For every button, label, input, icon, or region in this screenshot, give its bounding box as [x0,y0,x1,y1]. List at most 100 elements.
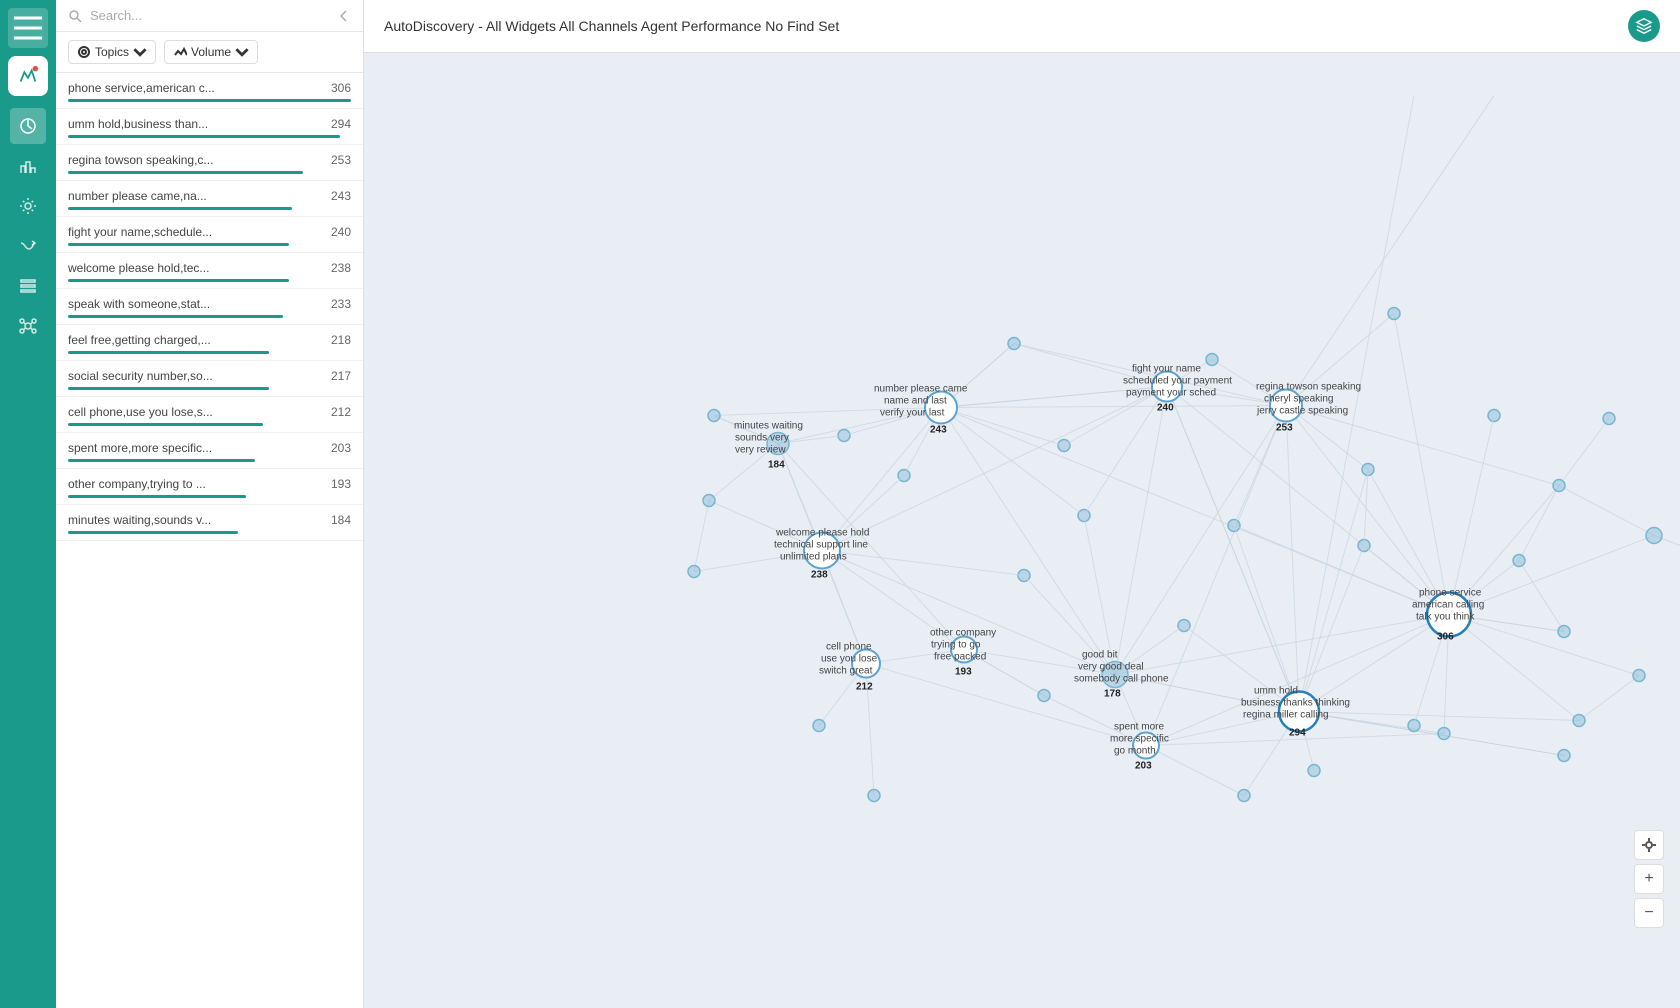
svg-text:free packed: free packed [934,652,986,663]
app-logo[interactable] [8,56,48,96]
topic-label: feel free,getting charged,... [68,333,268,347]
svg-text:verify your last: verify your last [880,408,945,419]
svg-text:trying to go: trying to go [931,640,981,651]
topic-label: minutes waiting,sounds v... [68,513,268,527]
topic-bar [68,171,303,174]
svg-text:switch great: switch great [819,666,873,677]
topic-label: number please came,na... [68,189,268,203]
topic-bar [68,423,263,426]
topic-count: 203 [331,441,351,455]
zoom-in-button[interactable]: + [1634,864,1664,894]
list-item[interactable]: other company,trying to ... 193 [56,469,363,505]
topic-count: 233 [331,297,351,311]
collapse-button[interactable] [337,9,351,23]
nav-flow[interactable] [10,228,46,264]
topic-label: cell phone,use you lose,s... [68,405,268,419]
svg-text:technical support line: technical support line [774,540,868,551]
svg-text:more specific: more specific [1110,734,1169,745]
topics-dropdown[interactable]: Topics [68,40,156,64]
svg-text:spent more: spent more [1114,722,1164,733]
topic-bar [68,279,289,282]
svg-text:regina miller calling: regina miller calling [1243,710,1329,721]
topic-label: phone service,american c... [68,81,268,95]
svg-text:203: 203 [1135,761,1152,772]
topic-bar [68,315,283,318]
topics-label: Topics [95,45,129,59]
svg-text:178: 178 [1104,689,1121,700]
svg-text:good bit: good bit [1082,650,1118,661]
topic-count: 212 [331,405,351,419]
filter-controls: Topics Volume [56,32,363,73]
search-bar [56,0,363,32]
topic-bar [68,459,255,462]
list-item[interactable]: feel free,getting charged,... 218 [56,325,363,361]
topic-count: 253 [331,153,351,167]
nav-list[interactable] [10,268,46,304]
topic-count: 217 [331,369,351,383]
menu-button[interactable] [8,8,48,48]
svg-text:very good deal: very good deal [1078,662,1144,673]
list-item[interactable]: speak with someone,stat... 233 [56,289,363,325]
network-graph: .edge { stroke: #c8d4e0; stroke-width: 1… [364,53,1680,1008]
topic-count: 193 [331,477,351,491]
svg-text:payment your sched: payment your sched [1126,388,1216,399]
list-item[interactable]: regina towson speaking,c... 253 [56,145,363,181]
list-item[interactable]: welcome please hold,tec... 238 [56,253,363,289]
topic-bar [68,351,269,354]
list-item[interactable]: fight your name,schedule... 240 [56,217,363,253]
list-item[interactable]: phone service,american c... 306 [56,73,363,109]
svg-text:184: 184 [768,460,785,471]
topic-count: 306 [331,81,351,95]
svg-text:193: 193 [955,667,972,678]
list-item[interactable]: minutes waiting,sounds v... 184 [56,505,363,541]
topic-count: 238 [331,261,351,275]
topic-label: spent more,more specific... [68,441,268,455]
topic-bar [68,387,269,390]
topic-count: 294 [331,117,351,131]
svg-text:253: 253 [1276,423,1293,434]
graph-area[interactable]: .edge { stroke: #c8d4e0; stroke-width: 1… [364,53,1680,1008]
svg-text:cell phone: cell phone [826,642,872,653]
svg-text:talk you think: talk you think [1416,612,1475,623]
volume-dropdown[interactable]: Volume [164,40,258,64]
svg-text:very review: very review [735,445,786,456]
svg-text:jerry castle speaking: jerry castle speaking [1256,406,1348,417]
list-item[interactable]: social security number,so... 217 [56,361,363,397]
main-content: AutoDiscovery - All Widgets All Channels… [364,0,1680,1008]
map-controls: + − [1634,830,1664,928]
svg-text:business thanks thinking: business thanks thinking [1241,698,1350,709]
svg-text:umm hold: umm hold [1254,686,1298,697]
svg-text:name and last: name and last [884,396,947,407]
topic-label: fight your name,schedule... [68,225,268,239]
nav-network[interactable] [10,308,46,344]
nav-settings[interactable] [10,188,46,224]
topic-bar [68,243,289,246]
svg-text:number please came: number please came [874,384,968,395]
topic-label: social security number,so... [68,369,268,383]
topic-count: 218 [331,333,351,347]
search-input[interactable] [90,8,329,23]
list-item[interactable]: spent more,more specific... 203 [56,433,363,469]
topic-bar [68,99,351,102]
locate-button[interactable] [1634,830,1664,860]
topic-count: 243 [331,189,351,203]
topic-label: regina towson speaking,c... [68,153,268,167]
list-item[interactable]: cell phone,use you lose,s... 212 [56,397,363,433]
nav-analytics[interactable] [10,108,46,144]
topic-label: other company,trying to ... [68,477,268,491]
svg-text:fight your name: fight your name [1132,364,1201,375]
svg-text:minutes waiting: minutes waiting [734,421,803,432]
svg-text:243: 243 [930,425,947,436]
page-title: AutoDiscovery - All Widgets All Channels… [384,18,839,34]
zoom-in-icon: + [1644,870,1653,888]
layers-button[interactable] [1628,10,1660,42]
list-item[interactable]: umm hold,business than... 294 [56,109,363,145]
svg-text:238: 238 [811,570,828,581]
zoom-out-button[interactable]: − [1634,898,1664,928]
list-item[interactable]: number please came,na... 243 [56,181,363,217]
svg-text:scheduled your payment: scheduled your payment [1123,376,1232,387]
svg-text:other company: other company [930,628,996,639]
svg-text:go month: go month [1114,746,1156,757]
svg-text:use you lose: use you lose [821,654,878,665]
nav-insights[interactable] [10,148,46,184]
